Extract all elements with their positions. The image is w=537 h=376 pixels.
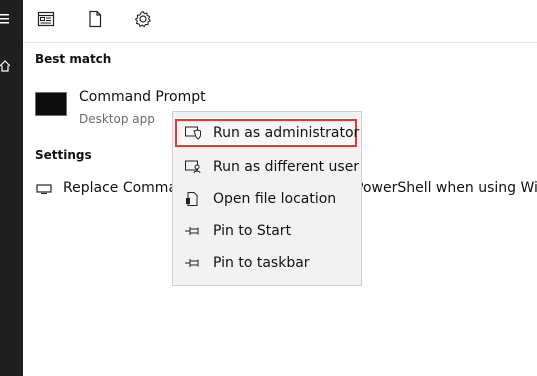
menu-item-label: Run as different user [213,159,360,175]
apps-icon[interactable] [37,10,55,28]
app-name[interactable]: Command Prompt [79,89,206,105]
menu-item-open-file-location[interactable]: Open file location [173,185,361,213]
menu-item-label: Run as administrator [213,125,360,141]
best-match-heading: Best match [35,52,112,66]
search-results-window: Best match Command Prompt Desktop app Se… [0,0,537,376]
home-icon[interactable] [0,60,10,72]
shield-icon [185,126,201,140]
display-icon [36,184,52,194]
pin-icon [185,227,199,235]
settings-heading: Settings [35,148,92,162]
app-type: Desktop app [79,112,155,126]
terminal-icon[interactable] [35,92,67,116]
left-rail [0,0,23,376]
settings-icon[interactable] [134,10,152,28]
file-location-icon [186,192,198,206]
document-icon[interactable] [86,10,104,28]
menu-item-run-as-administrator[interactable]: Run as administrator [175,119,360,147]
pin-icon [185,259,199,267]
menu-item-pin-to-start[interactable]: Pin to Start [173,217,361,245]
context-menu: Run as administrator Run as different us… [172,111,362,286]
menu-item-label: Pin to Start [213,223,292,239]
user-switch-icon [185,160,201,174]
menu-item-pin-to-taskbar[interactable]: Pin to taskbar [173,249,361,277]
menu-item-label: Pin to taskbar [213,255,310,271]
menu-item-label: Open file location [213,191,337,207]
menu-item-run-as-different-user[interactable]: Run as different user [173,153,361,181]
hamburger-icon[interactable] [0,12,10,26]
top-toolbar [23,0,537,43]
